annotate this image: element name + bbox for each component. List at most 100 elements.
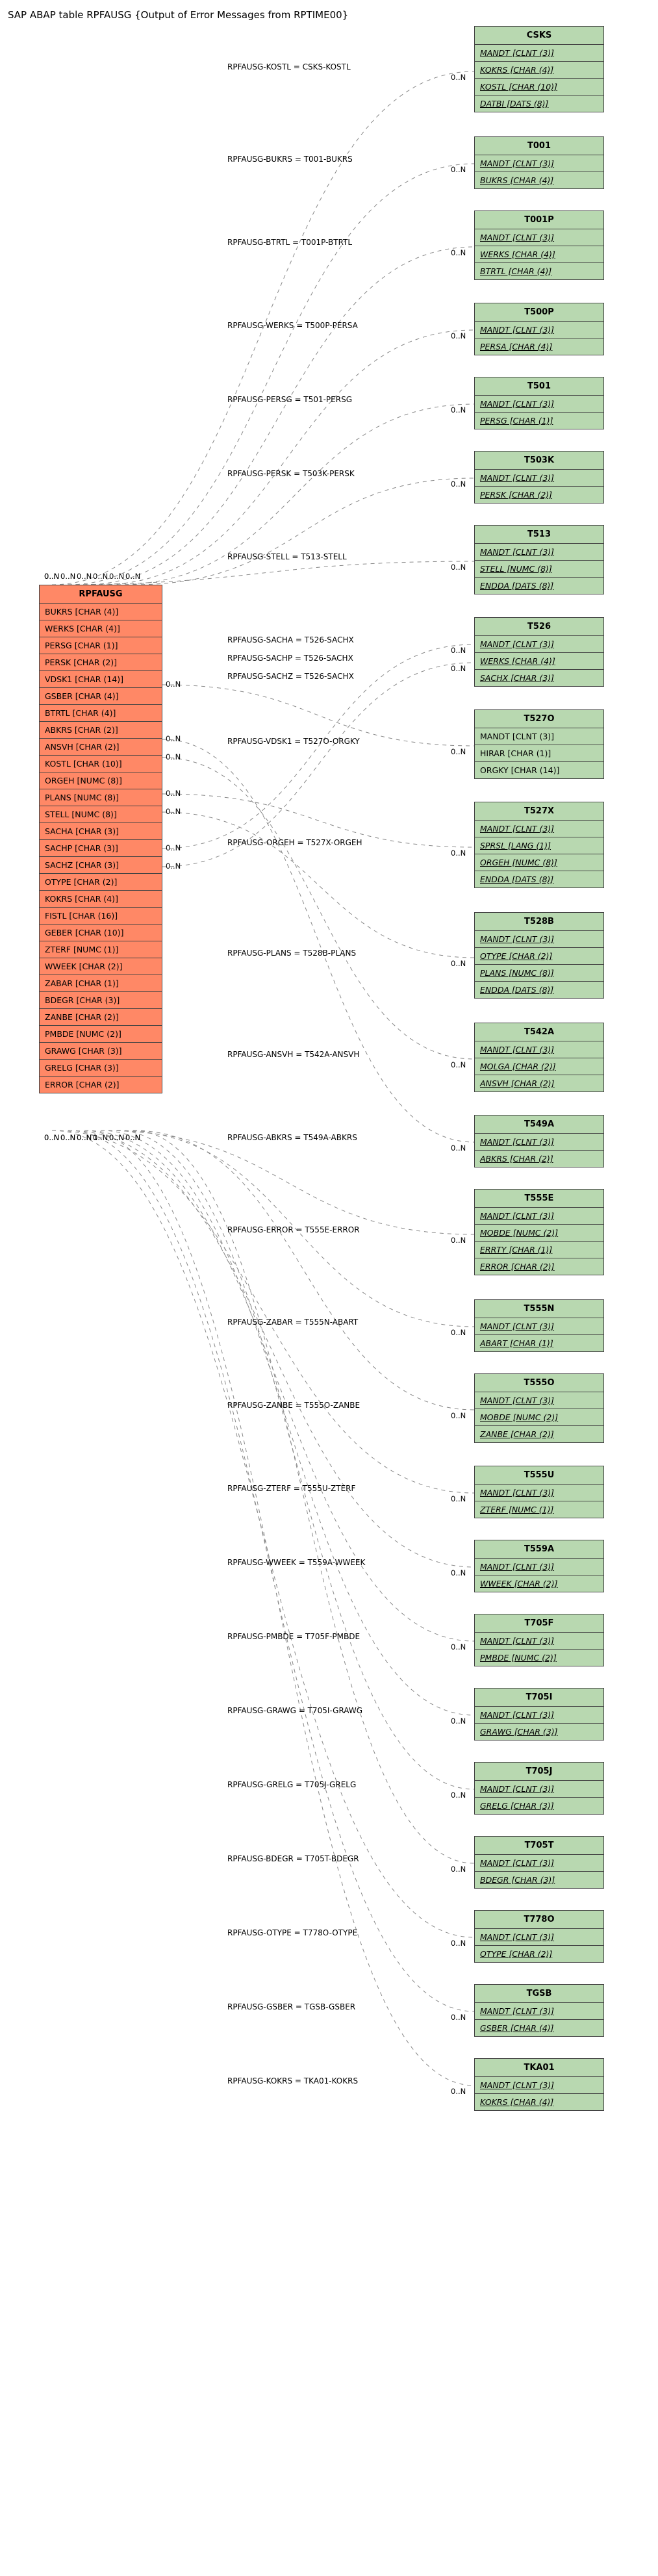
field-row: ANSVH [CHAR (2)] [40,739,162,756]
cardinality-tgt: 0..N [451,1791,466,1800]
field-row: MANDT [CLNT (3)] [475,1855,603,1872]
field-row: ERRTY [CHAR (1)] [475,1242,603,1258]
edge-label: RPFAUSG-GRELG = T705J-GRELG [227,1780,356,1789]
entity-header: T528B [475,913,603,931]
edge-label: RPFAUSG-GRAWG = T705I-GRAWG [227,1706,362,1715]
field-row: BTRTL [CHAR (4)] [475,263,603,279]
edge-label: RPFAUSG-SACHZ = T526-SACHX [227,672,354,681]
entity-t555n: T555NMANDT [CLNT (3)]ABART [CHAR (1)] [474,1299,604,1352]
entity-header: T513 [475,526,603,544]
field-row: SPRSL [LANG (1)] [475,837,603,854]
cardinality-tgt: 0..N [451,73,466,82]
entity-t549a: T549AMANDT [CLNT (3)]ABKRS [CHAR (2)] [474,1115,604,1167]
field-row: MOBDE [NUMC (2)] [475,1225,603,1242]
entity-header: TGSB [475,1985,603,2003]
cardinality-tgt: 0..N [451,747,466,756]
entity-header: T527O [475,710,603,728]
field-row: MANDT [CLNT (3)] [475,1707,603,1724]
cardinality-tgt: 0..N [451,1236,466,1245]
field-row: PLANS [NUMC (8)] [475,965,603,982]
field-row: MANDT [CLNT (3)] [475,821,603,837]
entity-t555o: T555OMANDT [CLNT (3)]MOBDE [NUMC (2)]ZAN… [474,1373,604,1443]
field-row: MANDT [CLNT (3)] [475,1134,603,1151]
cardinality-src: 0..N [166,861,181,871]
entity-header: T705J [475,1763,603,1781]
field-row: ABKRS [CHAR (2)] [40,722,162,739]
field-row: FISTL [CHAR (16)] [40,908,162,925]
field-row: STELL [NUMC (8)] [475,561,603,578]
field-row: ZTERF [NUMC (1)] [40,941,162,958]
cardinality-src: 0..N [166,843,181,852]
entity-header: CSKS [475,27,603,45]
field-row: KOSTL [CHAR (10)] [475,79,603,96]
entity-header: T705I [475,1689,603,1707]
cardinality-src: 0..N [60,572,75,581]
cardinality-tgt: 0..N [451,1411,466,1420]
field-row: MANDT [CLNT (3)] [475,45,603,62]
entity-t555e: T555EMANDT [CLNT (3)]MOBDE [NUMC (2)]ERR… [474,1189,604,1275]
entity-header: T001P [475,211,603,229]
cardinality-src: 0..N [93,572,108,581]
entity-header: T526 [475,618,603,636]
field-row: PERSK [CHAR (2)] [475,487,603,503]
entity-header: T501 [475,377,603,396]
field-row: MANDT [CLNT (3)] [475,155,603,172]
entity-tgsb: TGSBMANDT [CLNT (3)]GSBER [CHAR (4)] [474,1984,604,2037]
field-row: MANDT [CLNT (3)] [475,1559,603,1575]
field-row: PERSG [CHAR (1)] [40,637,162,654]
entity-header: T503K [475,452,603,470]
entity-header: T705T [475,1837,603,1855]
field-row: MANDT [CLNT (3)] [475,322,603,338]
edge-label: RPFAUSG-ABKRS = T549A-ABKRS [227,1133,357,1142]
entity-t705f: T705FMANDT [CLNT (3)]PMBDE [NUMC (2)] [474,1614,604,1666]
edge-label: RPFAUSG-PERSK = T503K-PERSK [227,469,355,478]
field-row: MANDT [CLNT (3)] [475,1392,603,1409]
field-row: PMBDE [NUMC (2)] [40,1026,162,1043]
field-row: ZANBE [CHAR (2)] [40,1009,162,1026]
edge-label: RPFAUSG-OTYPE = T778O-OTYPE [227,1928,357,1937]
field-row: ENDDA [DATS (8)] [475,578,603,594]
entity-t555u: T555UMANDT [CLNT (3)]ZTERF [NUMC (1)] [474,1466,604,1518]
field-row: SACHX [CHAR (3)] [475,670,603,686]
field-row: PMBDE [NUMC (2)] [475,1650,603,1666]
entity-header: T500P [475,303,603,322]
cardinality-src: 0..N [125,1133,140,1142]
cardinality-tgt: 0..N [451,563,466,572]
cardinality-src: 0..N [93,1133,108,1142]
entity-header: T542A [475,1023,603,1041]
field-row: MANDT [CLNT (3)] [475,2003,603,2020]
edge-label: RPFAUSG-GSBER = TGSB-GSBER [227,2002,355,2011]
field-row: PLANS [NUMC (8)] [40,789,162,806]
field-row: ORGEH [NUMC (8)] [475,854,603,871]
field-row: HIRAR [CHAR (1)] [475,745,603,762]
field-row: MANDT [CLNT (3)] [475,1318,603,1335]
entity-t001: T001MANDT [CLNT (3)]BUKRS [CHAR (4)] [474,136,604,189]
entity-header: T555N [475,1300,603,1318]
cardinality-tgt: 0..N [451,1716,466,1726]
cardinality-tgt: 0..N [451,1060,466,1069]
field-row: BTRTL [CHAR (4)] [40,705,162,722]
cardinality-src: 0..N [109,1133,124,1142]
cardinality-tgt: 0..N [451,1642,466,1651]
cardinality-tgt: 0..N [451,165,466,174]
cardinality-tgt: 0..N [451,848,466,858]
field-row: STELL [NUMC (8)] [40,806,162,823]
field-row: GRAWG [CHAR (3)] [475,1724,603,1740]
edge-label: RPFAUSG-ANSVH = T542A-ANSVH [227,1050,359,1059]
field-row: SACHA [CHAR (3)] [40,823,162,840]
cardinality-src: 0..N [166,752,181,761]
field-row: GRAWG [CHAR (3)] [40,1043,162,1060]
field-row: MANDT [CLNT (3)] [475,229,603,246]
entity-t500p: T500PMANDT [CLNT (3)]PERSA [CHAR (4)] [474,303,604,355]
field-row: ORGKY [CHAR (14)] [475,762,603,778]
field-row: ENDDA [DATS (8)] [475,982,603,998]
cardinality-tgt: 0..N [451,1939,466,1948]
cardinality-src: 0..N [166,807,181,816]
edge-label: RPFAUSG-ZABAR = T555N-ABART [227,1318,358,1327]
field-row: MANDT [CLNT (3)] [475,931,603,948]
field-row: WERKS [CHAR (4)] [475,246,603,263]
cardinality-src: 0..N [44,1133,59,1142]
entity-t542a: T542AMANDT [CLNT (3)]MOLGA [CHAR (2)]ANS… [474,1023,604,1092]
field-row: DATBI [DATS (8)] [475,96,603,112]
edge-label: RPFAUSG-SACHA = T526-SACHX [227,635,354,644]
